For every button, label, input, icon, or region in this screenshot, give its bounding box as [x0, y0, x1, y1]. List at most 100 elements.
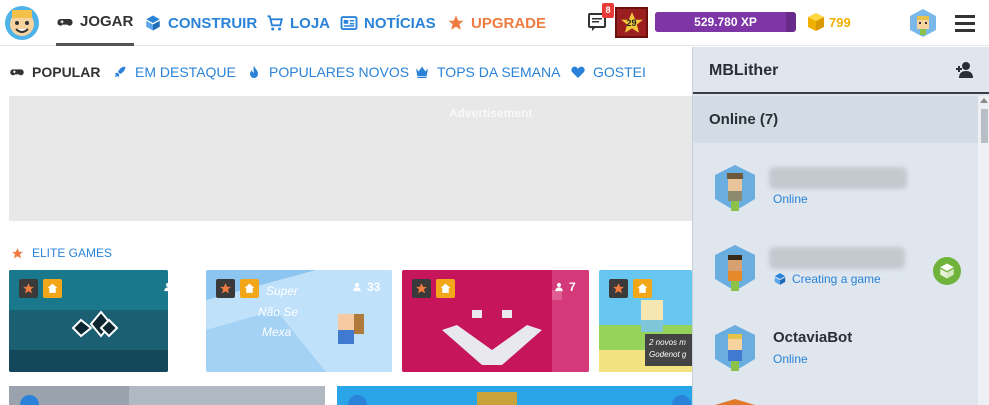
- notification-count-badge: 8: [602, 3, 614, 18]
- tab-tops-da-semana[interactable]: TOPS DA SEMANA: [414, 63, 560, 81]
- elite-star-badge: [19, 279, 38, 298]
- game-card[interactable]: 2 novos m Godenot g: [599, 270, 692, 372]
- category-bar: POPULAR EM DESTAQUE POPULARES NOVOS TOPS…: [0, 47, 692, 97]
- game-thumbnail: [9, 386, 325, 405]
- elite-games-heading[interactable]: ELITE GAMES: [11, 246, 112, 260]
- redacted-friend-name: [769, 247, 905, 269]
- friend-item[interactable]: Creating a game: [693, 231, 978, 311]
- add-friend-icon[interactable]: [956, 61, 974, 79]
- sidebar-scroll-thumb[interactable]: [981, 109, 988, 143]
- gamepad-icon: [57, 18, 73, 26]
- crown-icon: [416, 66, 428, 78]
- cart-icon: [267, 15, 283, 31]
- rocket-icon: [114, 66, 126, 78]
- friend-item[interactable]: Online: [693, 151, 978, 231]
- game-card[interactable]: 9: [9, 270, 168, 372]
- advertisement-area: Advertisement: [9, 96, 692, 221]
- newspaper-icon: [340, 16, 358, 30]
- player-count-value: 33: [367, 280, 381, 294]
- blocks-icon: [146, 15, 160, 31]
- game-card[interactable]: 18: [337, 386, 692, 405]
- tab-popular-label: POPULAR: [32, 64, 101, 80]
- home-badge: [43, 279, 62, 298]
- player-count-value: 7: [569, 280, 576, 294]
- home-badge: [633, 279, 652, 298]
- gold-cube-icon: [808, 13, 824, 31]
- user-icon: [353, 282, 361, 292]
- friend-avatar: [715, 325, 755, 371]
- friend-item[interactable]: OctaviaBot Online: [693, 311, 978, 391]
- nav-noticias-label: NOTÍCIAS: [364, 14, 436, 32]
- elite-star-badge: [412, 279, 431, 298]
- tab-em-destaque[interactable]: EM DESTAQUE: [112, 63, 236, 81]
- kogama-logo-icon[interactable]: [4, 4, 40, 42]
- game-card[interactable]: 24: [9, 386, 325, 405]
- friend-status: Online: [773, 192, 808, 206]
- tab-populares-novos[interactable]: POPULARES NOVOS: [246, 63, 409, 81]
- elite-star-badge: [216, 279, 235, 298]
- tab-populares-novos-label: POPULARES NOVOS: [269, 64, 410, 80]
- fire-icon: [250, 65, 258, 78]
- game-card[interactable]: 7: [402, 270, 589, 372]
- nav-loja-label: LOJA: [290, 14, 331, 32]
- friend-avatar: [715, 165, 755, 211]
- friend-status-text: Online: [773, 192, 808, 206]
- tab-tops-da-semana-label: TOPS DA SEMANA: [437, 64, 561, 80]
- blocks-icon: [940, 263, 954, 279]
- online-count-label: Online (7): [709, 111, 779, 128]
- level-number: 29: [626, 17, 637, 28]
- player-count: 7: [554, 280, 576, 294]
- nav-upgrade[interactable]: UPGRADE: [447, 0, 546, 46]
- gamepad-icon: [10, 69, 24, 76]
- hamburger-menu-icon[interactable]: [955, 14, 975, 32]
- nav-construir[interactable]: CONSTRUIR: [144, 0, 257, 46]
- friend-status: Creating a game: [773, 272, 881, 286]
- advertisement-label: Advertisement: [449, 106, 533, 120]
- top-bar: JOGAR CONSTRUIR LOJA NOTÍCIAS UPGRADE 8 …: [0, 0, 989, 46]
- scroll-up-arrow-icon[interactable]: [980, 98, 988, 103]
- friend-name: OctaviaBot: [773, 329, 853, 346]
- tab-gostei[interactable]: GOSTEI: [570, 63, 646, 81]
- svg-text:Não Se: Não Se: [258, 305, 298, 319]
- sidebar-username: MBLither: [709, 62, 779, 79]
- gold-count[interactable]: 799: [829, 15, 851, 30]
- friend-status-text: Online: [773, 352, 808, 366]
- player-count: 33: [352, 280, 380, 294]
- user-avatar-icon[interactable]: [908, 8, 938, 38]
- tab-gostei-label: GOSTEI: [593, 64, 646, 80]
- friend-avatar-partial: [715, 399, 755, 405]
- level-badge[interactable]: 29: [615, 7, 648, 38]
- elite-star-badge: [609, 279, 628, 298]
- user-icon: [555, 282, 563, 292]
- friend-status: Online: [773, 352, 808, 366]
- blocks-icon: [774, 273, 786, 285]
- nav-jogar[interactable]: JOGAR: [56, 0, 134, 46]
- star-icon: [12, 247, 23, 258]
- tab-em-destaque-label: EM DESTAQUE: [135, 64, 236, 80]
- nav-noticias[interactable]: NOTÍCIAS: [340, 0, 436, 46]
- player-count: 9: [163, 280, 168, 294]
- star-icon: [448, 15, 464, 30]
- friend-status-text: Creating a game: [792, 272, 881, 286]
- friend-avatar: [715, 245, 755, 291]
- xp-progress-bar[interactable]: 529.780 XP: [655, 12, 796, 32]
- svg-text:Mexa: Mexa: [262, 325, 292, 339]
- home-badge: [436, 279, 455, 298]
- card-caption: Godenot g: [649, 350, 687, 359]
- redacted-friend-name: [769, 167, 907, 189]
- sidebar-header: MBLither: [693, 47, 989, 94]
- user-icon: [164, 282, 168, 292]
- nav-construir-label: CONSTRUIR: [168, 14, 258, 32]
- game-card[interactable]: Super Não Se Mexa 33: [206, 270, 392, 372]
- nav-loja[interactable]: LOJA: [266, 0, 330, 46]
- game-thumbnail: [337, 386, 692, 405]
- card-caption: 2 novos m: [649, 338, 686, 347]
- friends-sidebar: MBLither Online (7) Online Creating a ga…: [692, 47, 989, 405]
- svg-text:Super: Super: [266, 284, 299, 298]
- tab-popular[interactable]: POPULAR: [9, 63, 100, 81]
- join-build-button[interactable]: [933, 257, 961, 285]
- elite-games-label: ELITE GAMES: [32, 246, 113, 260]
- home-badge: [240, 279, 259, 298]
- heart-icon: [571, 66, 585, 78]
- online-section-header[interactable]: Online (7): [693, 96, 978, 143]
